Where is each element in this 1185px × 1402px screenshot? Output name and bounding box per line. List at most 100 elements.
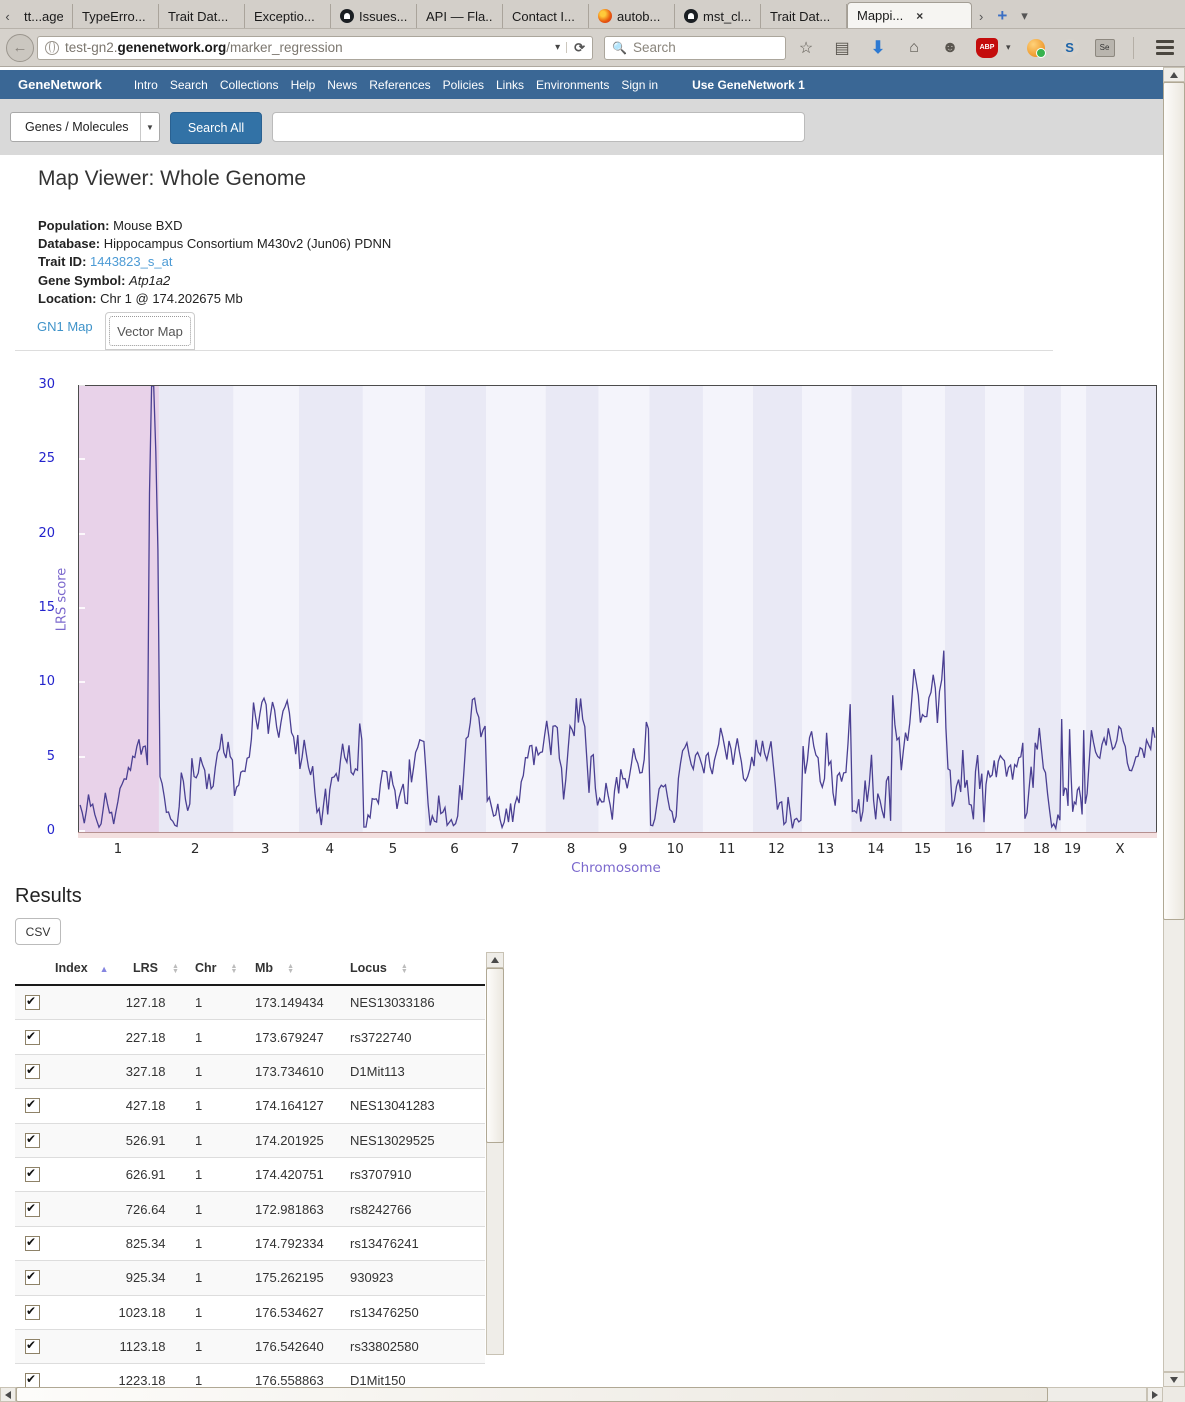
adblock-caret-icon[interactable]: ▾ [1006,42,1011,53]
nav-item-links[interactable]: Links [490,78,530,92]
reading-list-icon[interactable]: ▤ [832,38,852,58]
trait-id-link[interactable]: 1443823_s_at [90,254,172,269]
browser-tab[interactable]: mst_cl... [675,4,761,28]
table-scrollbar[interactable] [486,952,504,1355]
category-select[interactable]: Genes / Molecules ▼ [10,112,160,142]
x-tick-label: 14 [867,841,884,857]
site-identity-icon[interactable] [45,41,59,55]
sort-icon[interactable]: ▲▼ [231,964,238,974]
addon-ball-icon[interactable] [1027,39,1045,57]
tab-scroll-left-button[interactable]: ‹ [0,4,15,28]
scrapbook-icon[interactable]: Se [1095,39,1115,57]
nav-item-intro[interactable]: Intro [128,78,164,92]
row-checkbox[interactable] [25,1236,40,1251]
row-checkbox[interactable] [25,1270,40,1285]
browser-window: ‹ tt...ageTypeErro...Trait Dat...Excepti… [0,0,1185,1402]
row-checkbox[interactable] [25,1373,40,1387]
info-line: Location: Chr 1 @ 174.202675 Mb [38,290,391,308]
scrollbar-thumb[interactable] [16,1387,1048,1402]
row-checkbox[interactable] [25,1030,40,1045]
row-checkbox[interactable] [25,995,40,1010]
tab-scroll-right-button[interactable]: › [972,4,990,28]
cell-mb: 176.534627 [255,1295,350,1329]
menu-icon[interactable] [1156,40,1174,55]
row-checkbox[interactable] [25,1202,40,1217]
scrollbar-thumb[interactable] [1163,82,1185,920]
nav-item-policies[interactable]: Policies [437,78,490,92]
browser-tab[interactable]: autob... [589,4,675,28]
tab-list-button[interactable]: ▾ [1014,4,1035,28]
browser-tab[interactable]: Trait Dat... [761,4,847,28]
column-header-lrs[interactable]: LRS▲▼ [133,952,195,985]
adblock-icon[interactable]: ABP [976,38,998,58]
column-header-mb[interactable]: Mb▲▼ [255,952,350,985]
search-all-button[interactable]: Search All [170,112,262,144]
column-header-locus[interactable]: Locus▲▼ [350,952,485,985]
sort-icon[interactable]: ▲▼ [401,964,408,974]
scroll-up-button[interactable] [1163,67,1185,82]
nav-item-environments[interactable]: Environments [530,78,615,92]
y-tick-label: 25 [5,451,55,466]
row-checkbox[interactable] [25,1064,40,1079]
column-header-index[interactable]: Index▲ [55,952,133,985]
column-header-chr[interactable]: Chr▲▼ [195,952,255,985]
browser-tab[interactable]: Trait Dat... [159,4,245,28]
row-checkbox[interactable] [25,1339,40,1354]
back-button[interactable]: ← [6,34,34,62]
toolbar-separator [1133,37,1134,59]
messenger-icon[interactable]: ☻ [940,38,960,58]
scroll-right-button[interactable] [1147,1387,1163,1402]
nav-item-collections[interactable]: Collections [214,78,285,92]
browser-tab[interactable]: Issues... [331,4,417,28]
tab-vector-map[interactable]: Vector Map [105,312,195,350]
tab-gn1-map[interactable]: GN1 Map [37,319,93,334]
x-tick-label: 8 [567,841,576,857]
x-tick-label: 2 [191,841,200,857]
browser-tab[interactable]: API — Fla... [417,4,503,28]
nav-item-references[interactable]: References [363,78,436,92]
browser-tab[interactable]: tt...age [15,4,73,28]
table-row: 227.181173.679247rs3722740 [15,1020,485,1054]
row-checkbox[interactable] [25,1167,40,1182]
downloads-icon[interactable]: ⬇ [868,38,888,58]
nav-item-help[interactable]: Help [285,78,322,92]
browser-tab[interactable]: Exceptio... [245,4,331,28]
scroll-up-button[interactable] [486,952,504,968]
row-checkbox[interactable] [25,1305,40,1320]
brand-link[interactable]: GeneNetwork [18,77,102,92]
cell-lrs: 23.18 [133,1364,195,1387]
site-search-input[interactable] [272,112,805,142]
cell-mb: 174.164127 [255,1089,350,1123]
sort-icon[interactable]: ▲▼ [172,964,179,974]
new-tab-button[interactable]: + [990,4,1014,28]
browser-tab[interactable]: TypeErro... [73,4,159,28]
bookmark-star-icon[interactable]: ☆ [796,38,816,58]
csv-button[interactable]: CSV [15,918,61,945]
scroll-left-button[interactable] [0,1387,16,1402]
browser-tab-active[interactable]: Mappi...× [847,2,972,28]
reload-button[interactable]: ⟳ [567,40,592,56]
scrollbar-thumb[interactable] [486,968,504,1143]
row-checkbox[interactable] [25,1133,40,1148]
url-dropdown-button[interactable]: ▾ [549,42,567,53]
use-genenetwork1-link[interactable]: Use GeneNetwork 1 [692,78,805,92]
page-vertical-scrollbar[interactable] [1163,67,1185,1387]
browser-search-field[interactable]: 🔍 Search [604,36,786,60]
cell-index: 5 [55,1123,133,1157]
sort-ascending-icon[interactable]: ▲ [100,964,109,974]
nav-item-sign-in[interactable]: Sign in [615,78,664,92]
row-checkbox[interactable] [25,1098,40,1113]
nav-item-news[interactable]: News [321,78,363,92]
close-icon[interactable]: × [916,9,923,23]
scroll-down-button[interactable] [1163,1372,1185,1387]
cell-lrs: 26.91 [133,1123,195,1157]
y-tick-label: 15 [5,600,55,615]
home-icon[interactable]: ⌂ [904,38,924,58]
skype-icon[interactable]: S [1061,39,1079,57]
page-horizontal-scrollbar[interactable] [0,1387,1163,1402]
sort-icon[interactable]: ▲▼ [287,964,294,974]
browser-tab[interactable]: Contact I... [503,4,589,28]
table-row: 1023.181176.534627rs13476250 [15,1295,485,1329]
nav-item-search[interactable]: Search [164,78,214,92]
url-bar[interactable]: test-gn2.genenetwork.org/marker_regressi… [37,36,593,60]
